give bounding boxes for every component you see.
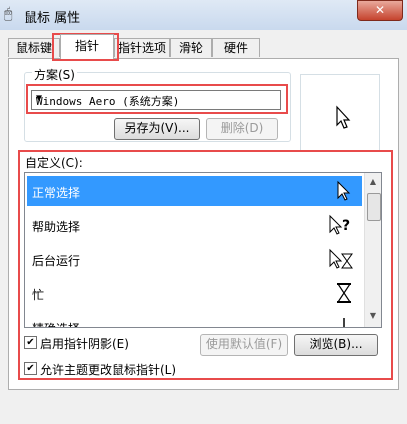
arrow-cursor-icon <box>336 105 351 129</box>
save-as-button[interactable]: 另存为(V)... <box>114 118 200 140</box>
list-item[interactable]: 忙 <box>27 278 362 308</box>
tab-hardware[interactable]: 硬件 <box>212 38 260 57</box>
shadow-option[interactable]: ✔ 启用指针阴影(E) <box>24 335 194 351</box>
svg-text:?: ? <box>342 218 350 234</box>
shadow-checkbox[interactable]: ✔ <box>24 336 37 349</box>
theme-option[interactable]: ✔ 允许主题更改鼠标指针(L) <box>24 361 224 377</box>
mouse-icon: 🖱 <box>4 6 13 22</box>
list-item-label: 后台运行 <box>32 254 81 268</box>
scheme-dropdown[interactable]: Windows Aero (系统方案) ▼ <box>31 90 281 110</box>
tab-wheel[interactable]: 滑轮 <box>170 38 212 57</box>
shadow-label: 启用指针阴影(E) <box>40 337 129 351</box>
precision-select-cursor-icon <box>343 318 345 327</box>
cursor-preview <box>300 74 380 152</box>
tab-pointers[interactable]: 指针 <box>60 34 114 59</box>
help-cursor-icon: ? <box>329 214 350 235</box>
list-item-label: 帮助选择 <box>32 220 81 234</box>
customize-label: 自定义(C): <box>25 156 83 170</box>
working-in-background-cursor-icon <box>329 248 353 269</box>
theme-label: 允许主题更改鼠标指针(L) <box>40 363 177 377</box>
tab-pointer-options[interactable]: 指针选项 <box>114 38 170 57</box>
scroll-up-icon[interactable]: ▲ <box>366 175 380 189</box>
cursor-list[interactable]: 正常选择 帮助选择 ? 后台运行 忙 精确选择 ▲ ▼ <box>24 172 382 328</box>
theme-checkbox[interactable]: ✔ <box>24 362 37 375</box>
list-item[interactable]: 帮助选择 ? <box>27 210 362 240</box>
list-item[interactable]: 正常选择 <box>27 176 362 206</box>
list-item-label: 正常选择 <box>32 186 81 200</box>
arrow-cursor-icon <box>337 180 351 201</box>
list-item-label: 精确选择 <box>32 320 80 327</box>
list-item[interactable]: 后台运行 <box>27 244 362 274</box>
dropdown-arrow-icon: ▼ <box>36 93 43 104</box>
close-button[interactable]: ✕ <box>357 0 403 21</box>
scroll-thumb[interactable] <box>367 193 381 221</box>
scroll-down-icon[interactable]: ▼ <box>366 309 380 323</box>
window-title: 鼠标 属性 <box>24 11 81 26</box>
list-scrollbar[interactable]: ▲ ▼ <box>364 173 381 327</box>
use-default-button[interactable]: 使用默认值(F) <box>200 334 288 356</box>
list-item-label: 忙 <box>32 288 45 302</box>
browse-button[interactable]: 浏览(B)... <box>294 334 378 356</box>
title-bar: 🖱 鼠标 属性 ✕ <box>0 0 407 30</box>
delete-button[interactable]: 删除(D) <box>206 118 278 140</box>
hourglass-icon <box>336 283 352 303</box>
tab-buttons[interactable]: 鼠标键 <box>8 38 60 57</box>
list-item[interactable]: 精确选择 <box>27 312 362 327</box>
scheme-label: 方案(S) <box>32 66 77 83</box>
